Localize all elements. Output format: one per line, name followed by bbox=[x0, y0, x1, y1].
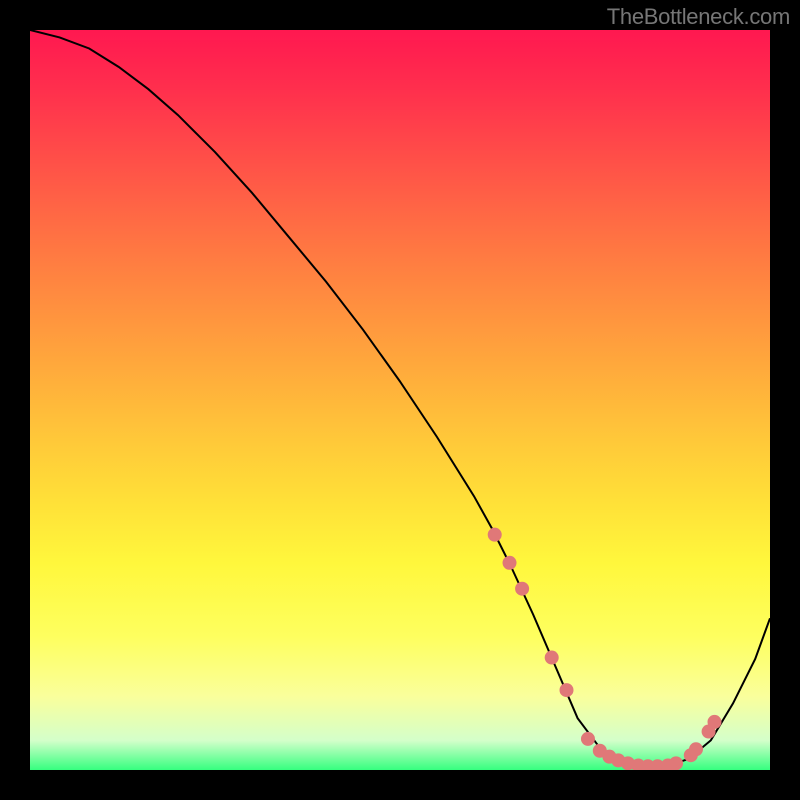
bottleneck-zone-markers bbox=[488, 528, 722, 770]
bottleneck-curve-line bbox=[30, 30, 770, 766]
marker-dot bbox=[545, 651, 559, 665]
marker-dot bbox=[488, 528, 502, 542]
marker-dot bbox=[669, 756, 683, 770]
marker-dot bbox=[503, 556, 517, 570]
marker-dot bbox=[708, 715, 722, 729]
marker-dot bbox=[515, 582, 529, 596]
marker-dot bbox=[560, 683, 574, 697]
chart-plot-area bbox=[30, 30, 770, 770]
marker-dot bbox=[689, 742, 703, 756]
chart-curve-svg bbox=[30, 30, 770, 770]
watermark-text: TheBottleneck.com bbox=[607, 4, 790, 30]
marker-dot bbox=[581, 732, 595, 746]
